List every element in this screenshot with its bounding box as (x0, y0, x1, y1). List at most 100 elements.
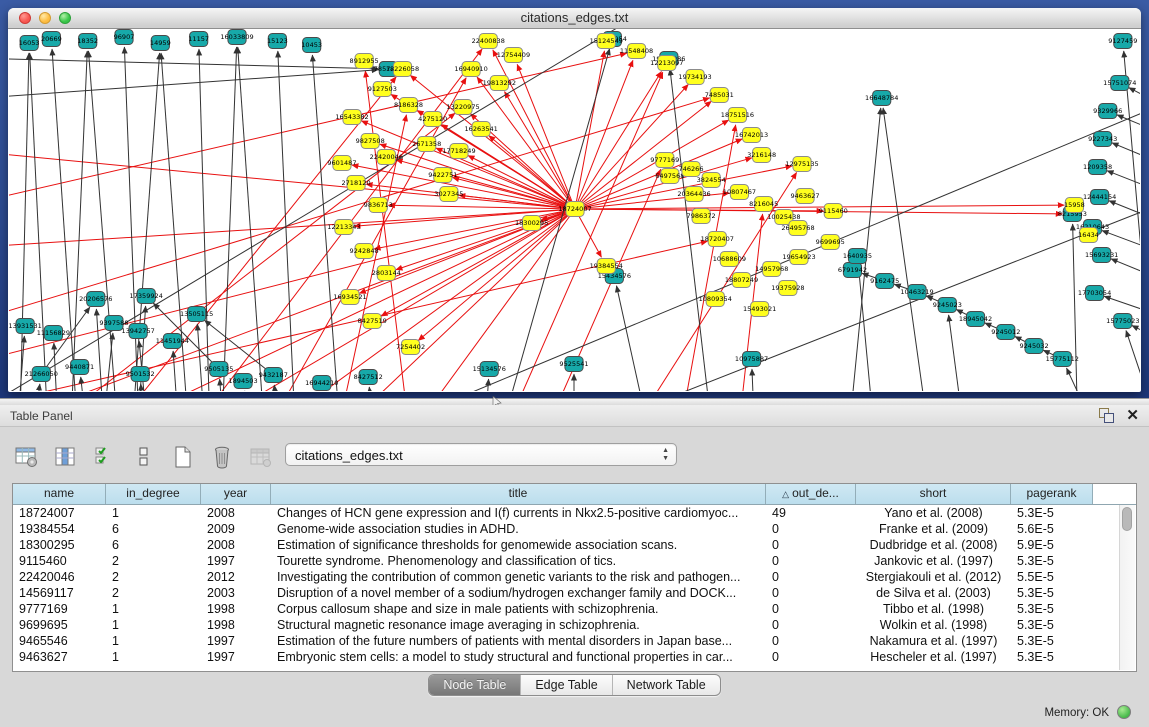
graph-node[interactable]: 9777169 (650, 153, 679, 168)
graph-node[interactable]: 11548408 (620, 44, 653, 59)
graph-node[interactable]: 16434 (1078, 228, 1099, 243)
graph-node[interactable]: 10809354 (699, 292, 732, 307)
citation-edge-black[interactable] (220, 379, 226, 391)
graph-node[interactable]: 9242848 (350, 244, 379, 259)
citation-edge-black[interactable] (9, 59, 378, 69)
graph-node[interactable]: 13220975 (446, 100, 479, 115)
table-row[interactable]: 1872400712008Changes of HCN gene express… (13, 505, 1136, 521)
table-selector-dropdown[interactable]: citations_edges.txt ▲▼ (285, 443, 677, 466)
graph-node[interactable]: 9162475 (870, 274, 899, 289)
citation-edge-black[interactable] (81, 377, 90, 391)
citation-edge-black[interactable] (124, 47, 140, 391)
table-row[interactable]: 977716911998Corpus callosum shape and si… (13, 601, 1136, 617)
graph-node[interactable]: 9127503 (368, 82, 397, 97)
hide-columns-icon[interactable] (131, 444, 157, 470)
tab-edge-table[interactable]: Edge Table (521, 675, 612, 695)
tab-network-table[interactable]: Network Table (613, 675, 720, 695)
float-panel-icon[interactable] (1099, 408, 1114, 423)
graph-node[interactable]: 10688609 (713, 252, 746, 267)
graph-node[interactable]: 21266050 (25, 367, 58, 382)
graph-node[interactable]: 17703054 (1078, 286, 1111, 301)
create-column-icon[interactable] (170, 444, 196, 470)
graph-node[interactable]: 19375928 (771, 281, 804, 296)
citation-edge-black[interactable] (883, 108, 932, 391)
scrollbar-thumb[interactable] (1122, 507, 1132, 531)
graph-node[interactable]: 16053 (19, 36, 40, 51)
table-row[interactable]: 946362711997Embryonic stem cells: a mode… (13, 649, 1136, 665)
column-header-short[interactable]: short (856, 484, 1011, 504)
graph-node[interactable]: 15493021 (743, 302, 776, 317)
graph-node[interactable]: 9115460 (819, 204, 848, 219)
graph-node[interactable]: 18352 (77, 34, 98, 49)
citation-edge-black[interactable] (670, 69, 715, 391)
graph-node[interactable]: 22400838 (472, 34, 505, 49)
citation-edge-black[interactable] (752, 369, 756, 391)
vertical-scrollbar[interactable] (1119, 505, 1135, 670)
network-window[interactable]: citations_edges.txt 1605320669 18352 96907… (8, 8, 1141, 392)
graph-node[interactable]: 8216045 (749, 197, 778, 212)
graph-node[interactable]: 9827508 (356, 134, 385, 149)
import-table-icon[interactable] (248, 444, 274, 470)
graph-node[interactable]: 3216148 (747, 148, 776, 163)
table-row[interactable]: 969969511998Structural magnetic resonanc… (13, 617, 1136, 633)
network-canvas[interactable]: 1605320669 18352 96907 14959 11157 16033809 15… (9, 29, 1140, 391)
graph-node[interactable]: 7254402 (396, 340, 425, 355)
citation-edge-black[interactable] (1129, 88, 1140, 124)
graph-node[interactable]: 8427512 (354, 370, 383, 385)
graph-node[interactable]: 1209358 (1083, 160, 1112, 175)
column-header-pagerank[interactable]: pagerank (1011, 484, 1093, 504)
graph-node[interactable]: 9127459 (1108, 34, 1137, 49)
graph-node[interactable]: 11157 (188, 32, 209, 47)
graph-node[interactable]: 16940910 (454, 62, 487, 77)
citation-edge-black[interactable] (1126, 330, 1140, 391)
citation-edge-black[interactable] (1111, 259, 1140, 295)
citation-edge-black[interactable] (70, 51, 88, 391)
show-columns-icon[interactable] (53, 444, 79, 470)
graph-node[interactable]: 746266 (679, 162, 704, 177)
citation-edge-black[interactable] (949, 315, 968, 391)
tab-node-table[interactable]: Node Table (429, 675, 521, 695)
citation-edge-black[interactable] (9, 29, 715, 391)
citation-edge-black[interactable] (1132, 325, 1140, 359)
graph-node[interactable]: 16944210 (305, 376, 338, 391)
graph-node[interactable]: 11451944 (156, 334, 189, 349)
citation-edge-black[interactable] (15, 336, 24, 391)
graph-node[interactable]: 15123 (267, 34, 288, 49)
graph-node[interactable]: 20669 (41, 32, 62, 47)
graph-node[interactable]: 1894503 (228, 374, 257, 389)
close-panel-icon[interactable]: ✕ (1126, 408, 1139, 423)
citation-edge-black[interactable] (88, 51, 120, 391)
network-window-titlebar[interactable]: citations_edges.txt (8, 8, 1141, 29)
graph-node[interactable]: 2803144 (372, 266, 401, 281)
column-header-out_de[interactable]: △out_de... (766, 484, 856, 504)
graph-node[interactable]: 2671358 (412, 137, 441, 152)
table-mode-icon[interactable] (14, 444, 40, 470)
citation-edge-black[interactable] (1124, 51, 1140, 391)
select-all-columns-icon[interactable] (92, 444, 118, 470)
citation-edge-black[interactable] (199, 49, 211, 391)
table-row[interactable]: 911546021997Tourette syndrome. Phenomeno… (13, 553, 1136, 569)
graph-node[interactable]: 18720407 (701, 232, 734, 247)
graph-node[interactable]: 2718120 (341, 176, 370, 191)
graph-node[interactable]: 12975135 (785, 157, 818, 172)
graph-node[interactable]: 14959 (150, 36, 171, 51)
citation-edge-red[interactable] (9, 209, 575, 249)
citation-edge-black[interactable] (617, 286, 655, 391)
citation-edge-red[interactable] (231, 209, 575, 391)
graph-node[interactable]: 96907 (114, 30, 135, 45)
graph-node[interactable]: 10807467 (723, 185, 756, 200)
graph-node[interactable]: 10975887 (735, 352, 768, 367)
graph-node[interactable]: 16033809 (220, 30, 253, 45)
citation-edge-red[interactable] (493, 50, 575, 209)
graph-node[interactable]: 7485031 (705, 88, 734, 103)
graph-node[interactable]: 6791942 (838, 263, 867, 278)
graph-node[interactable]: 19813292 (483, 76, 516, 91)
graph-node[interactable]: 10453 (301, 38, 322, 53)
graph-node[interactable]: 1640935 (843, 249, 872, 264)
citation-edge-black[interactable] (9, 70, 378, 99)
graph-node[interactable]: 3027345 (434, 187, 463, 202)
delete-column-icon[interactable] (209, 444, 235, 470)
graph-node[interactable]: 16934521 (333, 290, 366, 305)
panel-splitter[interactable] (0, 398, 1149, 405)
citation-edge-black[interactable] (1073, 224, 1079, 391)
